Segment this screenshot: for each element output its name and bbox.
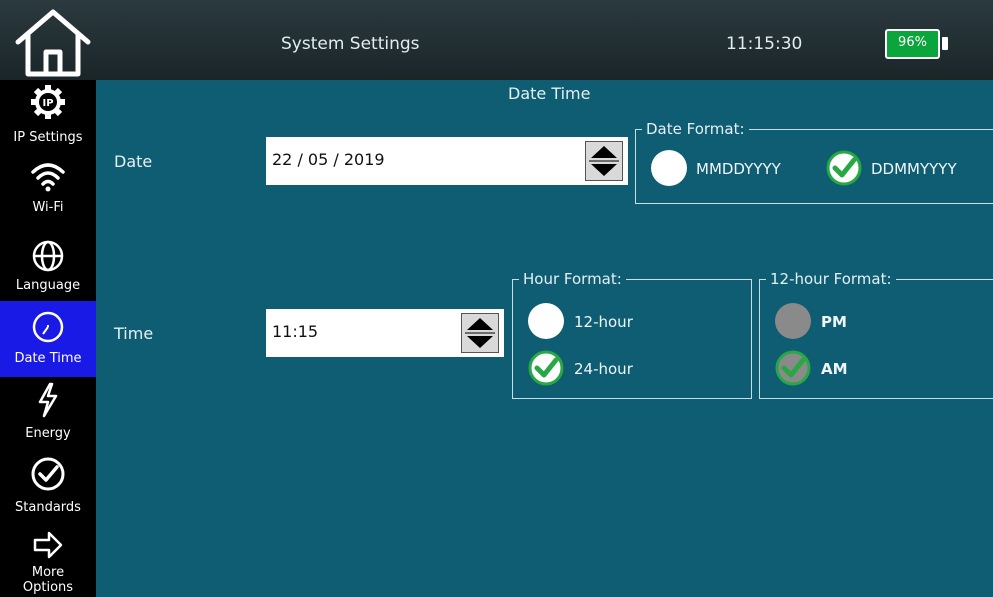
radio-checked-icon: [826, 150, 862, 186]
date-field[interactable]: 22 / 05 / 2019: [266, 137, 628, 185]
radio-checked-disabled-icon: [775, 350, 811, 386]
radio-ddmmyyyy[interactable]: DDMMYYYY: [826, 150, 993, 190]
radio-checked-icon: [528, 350, 564, 386]
sidebar-item-more-options[interactable]: More Options: [0, 523, 96, 597]
date-format-legend: Date Format:: [642, 120, 749, 138]
hour-format-legend: Hour Format:: [519, 270, 626, 288]
arrow-right-icon: [33, 531, 63, 559]
sidebar-item-energy[interactable]: Energy: [0, 378, 96, 450]
check-circle-icon: [31, 457, 65, 491]
sidebar-item-language[interactable]: Language: [0, 224, 96, 296]
sidebar-item-ip-settings[interactable]: IP IP Settings: [0, 80, 96, 152]
option-label: DDMMYYYY: [871, 160, 957, 178]
lightning-icon: [38, 382, 58, 418]
globe-icon: [32, 240, 64, 272]
hour-format-group: Hour Format: 12-hour 24-hour: [512, 270, 752, 399]
sidebar-item-wifi[interactable]: Wi-Fi: [0, 152, 96, 224]
top-bar: System Settings 11:15:30 96%: [0, 0, 993, 80]
radio-unchecked-icon: [651, 150, 687, 186]
battery-terminal: [942, 37, 948, 50]
radio-pm[interactable]: PM: [775, 303, 975, 343]
radio-mmddyyyy[interactable]: MMDDYYYY: [651, 150, 821, 190]
settings-panel: Date Time Date 22 / 05 / 2019 Date Forma…: [96, 80, 993, 597]
sidebar-item-label: Language: [15, 278, 81, 293]
sidebar-item-label: Wi-Fi: [32, 200, 64, 215]
option-label: 24-hour: [574, 360, 633, 378]
radio-12-hour[interactable]: 12-hour: [528, 303, 728, 343]
option-label: 12-hour: [574, 313, 633, 331]
sidebar-item-date-time[interactable]: Date Time: [0, 301, 96, 377]
battery-indicator: 96%: [885, 29, 940, 59]
page-title: System Settings: [281, 34, 420, 54]
home-button[interactable]: [8, 8, 98, 78]
date-label: Date: [114, 152, 153, 171]
sidebar-item-label-line2: Options: [22, 580, 74, 595]
wifi-icon: [31, 163, 65, 192]
ip-gear-icon: IP: [31, 85, 65, 119]
radio-unchecked-icon: [528, 303, 564, 339]
option-label: AM: [821, 360, 848, 378]
battery-level: 96%: [898, 35, 927, 50]
clock-display: 11:15:30: [726, 34, 803, 54]
time-field[interactable]: 11:15: [266, 309, 504, 357]
radio-disabled-icon: [775, 303, 811, 339]
home-icon: [15, 9, 91, 77]
sidebar-item-label: Energy: [25, 426, 71, 441]
option-label: PM: [821, 313, 847, 331]
date-value: 22 / 05 / 2019: [272, 150, 385, 169]
up-down-arrows-icon: [465, 318, 495, 348]
up-down-arrows-icon: [589, 146, 619, 176]
date-format-group: Date Format: MMDDYYYY DDMMYYYY: [635, 120, 993, 204]
sidebar-item-label: IP Settings: [13, 130, 83, 145]
twelve-hour-format-legend: 12-hour Format:: [766, 270, 896, 288]
time-spinner[interactable]: [461, 313, 499, 353]
date-spinner[interactable]: [585, 141, 623, 181]
section-title: Date Time: [508, 84, 591, 103]
sidebar: IP IP Settings Wi-Fi Language Date Time: [0, 80, 96, 597]
svg-text:IP: IP: [42, 98, 53, 109]
twelve-hour-format-group: 12-hour Format: PM AM: [759, 270, 993, 399]
sidebar-item-label-line1: More: [31, 565, 65, 580]
sidebar-item-label: Standards: [15, 500, 81, 515]
sidebar-item-standards[interactable]: Standards: [0, 450, 96, 522]
time-value: 11:15: [272, 322, 319, 341]
time-label: Time: [114, 324, 154, 343]
sidebar-item-label: Date Time: [14, 351, 82, 366]
radio-am[interactable]: AM: [775, 350, 975, 390]
option-label: MMDDYYYY: [696, 160, 781, 178]
radio-24-hour[interactable]: 24-hour: [528, 350, 728, 390]
clock-icon: [32, 311, 64, 343]
